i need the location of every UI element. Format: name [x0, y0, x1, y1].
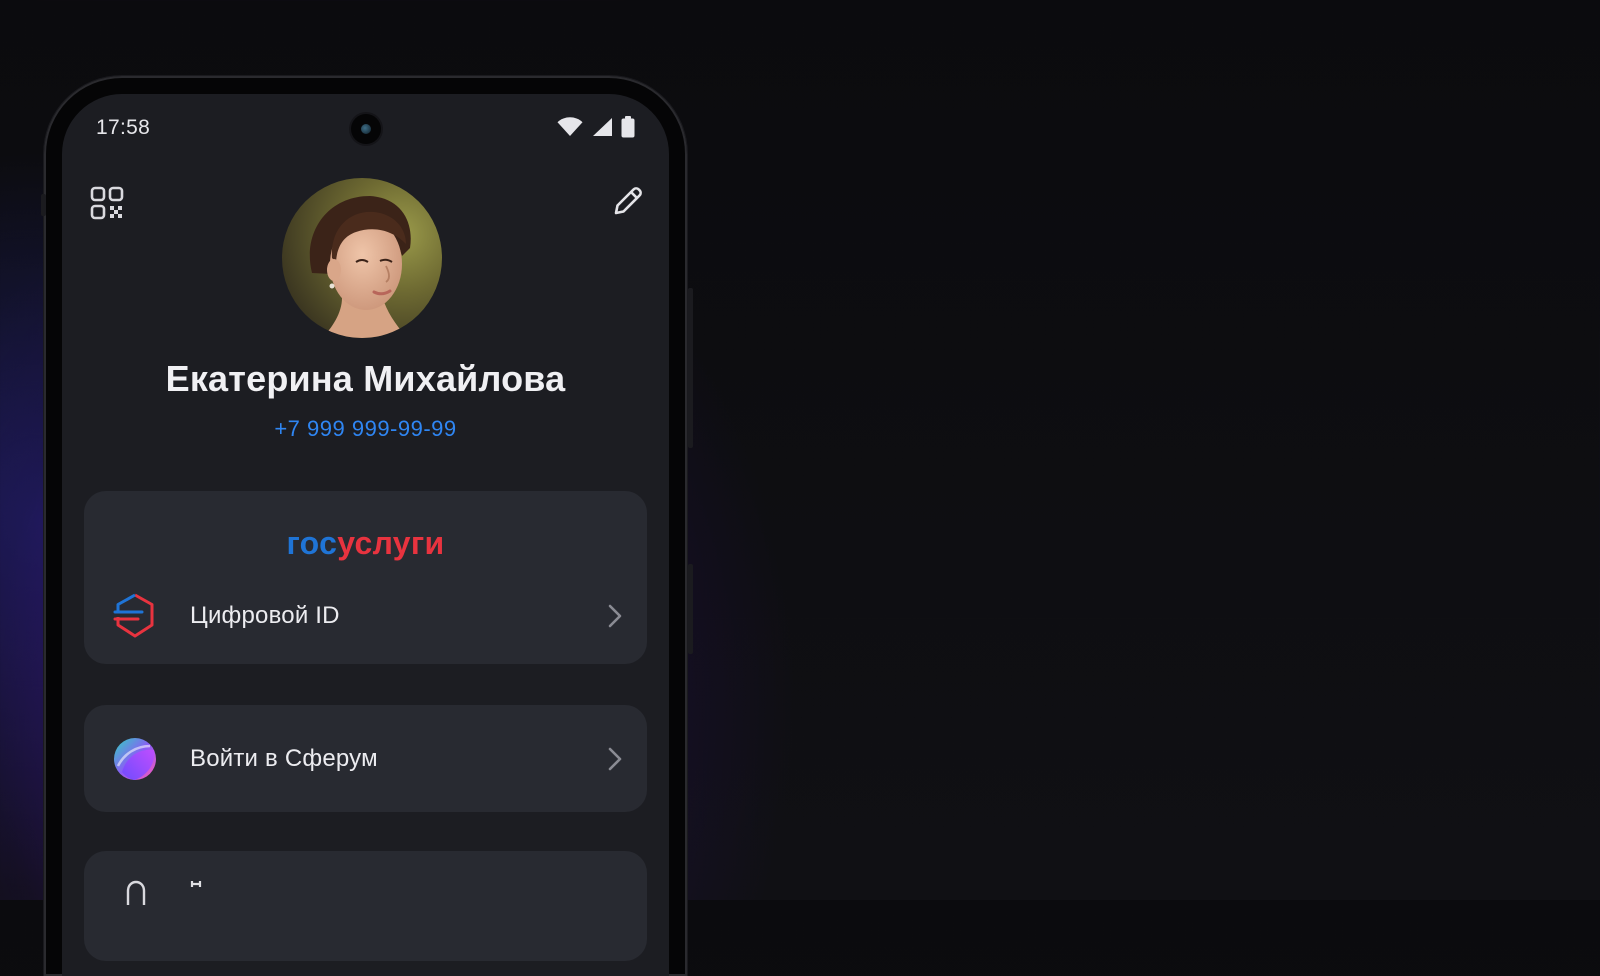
phone-side-button	[41, 194, 46, 216]
profile-photo	[282, 178, 442, 338]
wifi-icon	[557, 117, 583, 136]
sferum-card: Войти в Сферум	[84, 705, 647, 812]
sferum-login-row[interactable]: Войти в Сферум	[84, 729, 647, 789]
digital-id-row[interactable]: Цифровой ID	[84, 586, 647, 646]
phone-frame: 17:58 Екатерина Михайлова +7 999 999-99-…	[41, 76, 693, 976]
partial-row-icon	[126, 880, 146, 905]
status-time: 17:58	[96, 116, 151, 139]
sferum-logo-icon	[114, 738, 156, 780]
profile-name: Екатерина Михайлова	[165, 358, 566, 399]
qr-code-icon[interactable]	[90, 186, 124, 220]
phone-screen: 17:58 Екатерина Михайлова +7 999 999-99-…	[62, 94, 669, 976]
profile-phone: +7 999 999-99-99	[274, 416, 457, 441]
digital-id-icon	[113, 593, 154, 638]
gosuslugi-logo-part1: гос	[286, 525, 338, 561]
chevron-right-icon	[608, 604, 622, 628]
status-bar: 17:58	[96, 110, 635, 144]
battery-icon	[621, 116, 635, 138]
pencil-edit-icon[interactable]	[609, 184, 645, 220]
cellular-signal-icon	[593, 118, 612, 136]
partial-row-label-fragment	[190, 881, 202, 887]
partial-card[interactable]	[84, 851, 647, 961]
gosuslugi-logo: госуслуги	[84, 525, 647, 562]
gosuslugi-card: госуслуги Цифровой ID	[84, 491, 647, 664]
chevron-right-icon	[608, 747, 622, 771]
digital-id-label: Цифровой ID	[190, 602, 340, 629]
phone-power-button	[688, 564, 693, 654]
status-icons	[557, 116, 635, 138]
phone-volume-button	[688, 288, 693, 448]
sferum-login-label: Войти в Сферум	[190, 745, 378, 772]
front-camera	[350, 114, 381, 144]
avatar[interactable]	[282, 178, 442, 338]
gosuslugi-logo-part2: услуги	[337, 525, 445, 561]
